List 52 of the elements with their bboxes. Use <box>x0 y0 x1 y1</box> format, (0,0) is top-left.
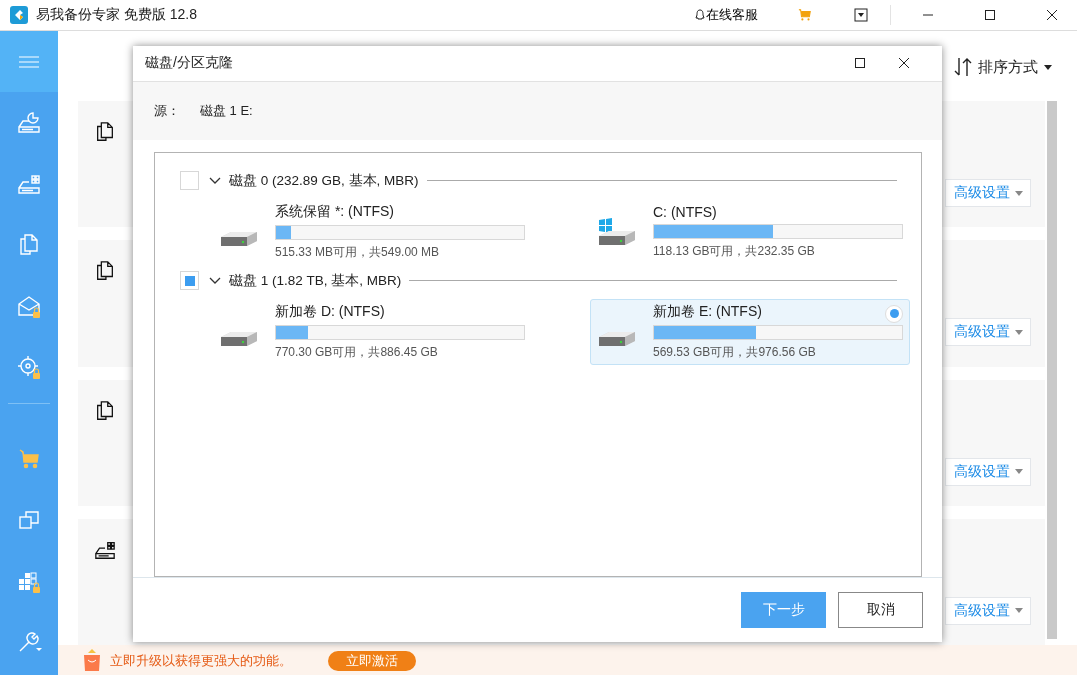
partition-name: 新加卷 D: (NTFS) <box>275 302 385 321</box>
app-logo-icon <box>10 6 28 24</box>
caret-icon[interactable] <box>1044 64 1052 70</box>
close-icon[interactable] <box>1046 9 1058 21</box>
disk-label: 磁盘 1 (1.82 TB, 基本, MBR) <box>229 271 402 290</box>
partition-item[interactable]: 系统保留 *: (NTFS) 515.33 MB可用，共549.00 MB <box>212 198 562 265</box>
files-icon <box>94 399 116 422</box>
advanced-settings-button[interactable]: 高级设置 <box>945 457 1031 486</box>
files-icon <box>94 121 116 143</box>
system-drive-icon <box>597 216 637 247</box>
maximize-icon[interactable] <box>984 9 996 21</box>
chevron-icon[interactable] <box>209 276 221 285</box>
partition-item[interactable]: 新加卷 E: (NTFS) 569.53 GB可用，共976.56 GB <box>590 298 910 365</box>
drive-icon <box>219 330 259 347</box>
partition-item[interactable]: C: (NTFS) 118.13 GB可用，共232.35 GB <box>590 198 910 265</box>
close-icon[interactable] <box>898 57 910 70</box>
cart-icon[interactable] <box>798 8 812 22</box>
partition-name: C: (NTFS) <box>653 203 717 220</box>
advanced-settings-button[interactable]: 高级设置 <box>945 179 1031 207</box>
checkbox[interactable] <box>180 271 199 291</box>
maximize-icon[interactable] <box>854 57 866 70</box>
dropdown-menu-icon[interactable] <box>854 8 868 22</box>
files-icon <box>94 260 116 283</box>
window-title: 易我备份专家 免费版 12.8 <box>36 6 198 24</box>
sort-icon[interactable] <box>954 57 972 77</box>
scrollbar[interactable] <box>1047 101 1057 639</box>
sort-button[interactable]: 排序方式 <box>954 57 1052 77</box>
advanced-settings-button[interactable]: 高级设置 <box>945 318 1031 347</box>
chevron-icon[interactable] <box>209 176 221 185</box>
partition-name: 新加卷 E: (NTFS) <box>653 302 762 321</box>
upgrade-text: 立即升级以获得更强大的功能。 <box>110 652 292 670</box>
shopping-bag-icon <box>82 648 102 672</box>
target-icon[interactable] <box>16 353 42 380</box>
advanced-settings-button[interactable]: 高级设置 <box>945 596 1031 625</box>
partition-name: 系统保留 *: (NTFS) <box>275 202 394 221</box>
radio-button[interactable] <box>885 304 903 323</box>
usage-text: 515.33 MB可用，共549.00 MB <box>275 243 441 261</box>
checkbox[interactable] <box>180 171 199 191</box>
disk-chart-icon[interactable] <box>16 109 42 136</box>
dialog-title: 磁盘/分区克隆 <box>145 54 234 73</box>
usage-text: 569.53 GB可用，共976.56 GB <box>653 343 817 361</box>
drive-icon <box>597 330 637 347</box>
usage-text: 118.13 GB可用，共232.35 GB <box>653 242 816 260</box>
source-label: 源： <box>154 101 180 120</box>
support-link[interactable]: 在线客服 <box>695 6 758 24</box>
usage-text: 770.30 GB可用，共886.45 GB <box>275 343 439 361</box>
drive-icon <box>219 230 259 247</box>
disk-label: 磁盘 0 (232.89 GB, 基本, MBR) <box>229 171 419 190</box>
sidebar-item[interactable] <box>0 31 58 92</box>
partition-item[interactable]: 新加卷 D: (NTFS) 770.30 GB可用，共886.45 GB <box>212 298 562 365</box>
cancel-button[interactable]: 取消 <box>838 592 923 629</box>
source-value: 磁盘 1 E: <box>200 101 253 120</box>
